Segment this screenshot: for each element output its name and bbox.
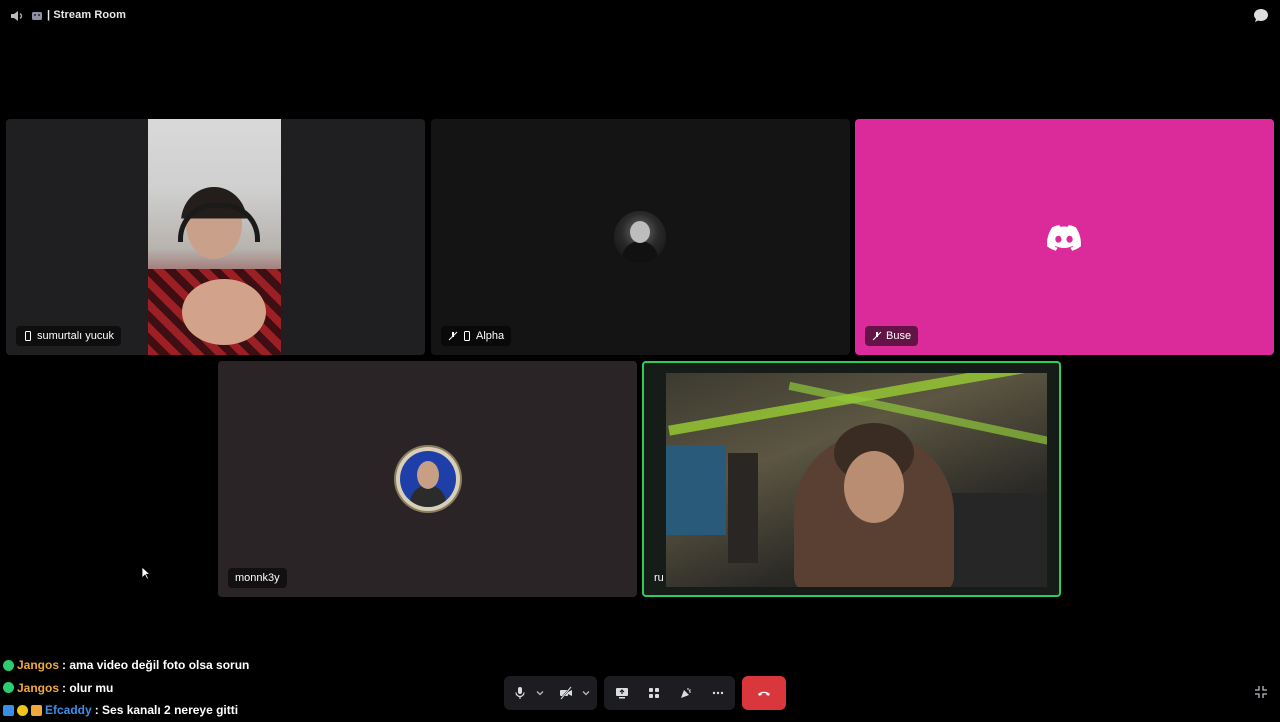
hangup-icon xyxy=(758,691,770,696)
microphone-icon xyxy=(515,687,525,699)
chat-author: Jangos xyxy=(17,658,60,673)
chat-author: Jangos xyxy=(17,680,60,695)
participant-tile-buse[interactable]: Buse xyxy=(855,119,1274,355)
participant-name: ru xyxy=(654,572,664,584)
screen-share-button[interactable] xyxy=(606,676,638,710)
discord-logo-icon xyxy=(1047,225,1081,251)
avatar xyxy=(400,451,456,507)
badge-icon xyxy=(3,659,14,671)
more-icon xyxy=(712,691,724,695)
muted-mic-icon xyxy=(448,331,458,341)
audio-video-controls xyxy=(504,676,597,710)
chevron-down-icon xyxy=(582,691,590,696)
soundboard-button[interactable] xyxy=(670,676,702,710)
participant-tile-sumurtali-yucuk[interactable]: sumurtalı yucuk xyxy=(6,119,425,355)
participant-nametag: Buse xyxy=(865,326,919,346)
channel-emoji-icon xyxy=(32,12,42,20)
camera-off-icon xyxy=(560,686,572,700)
chat-message: Efcaddy : Ses kanalı 2 nereye gitti xyxy=(3,699,249,722)
camera-options-button[interactable] xyxy=(576,676,596,710)
disconnect-button[interactable] xyxy=(742,676,786,710)
avatar xyxy=(614,211,666,263)
participant-tile-ru[interactable]: ru xyxy=(642,361,1061,597)
more-button[interactable] xyxy=(702,676,734,710)
badge-icon xyxy=(3,682,14,694)
activities-icon xyxy=(649,688,659,698)
mobile-icon xyxy=(25,331,31,341)
participant-name: sumurtalı yucuk xyxy=(37,330,115,342)
chat-text: : olur mu xyxy=(62,680,114,695)
soundboard-icon xyxy=(681,688,691,698)
screen-share-icon xyxy=(616,688,628,699)
participant-nametag: sumurtalı yucuk xyxy=(16,326,122,346)
participant-name: Alpha xyxy=(476,330,505,342)
participant-nametag: ru xyxy=(648,568,670,588)
exit-fullscreen-icon[interactable] xyxy=(1254,685,1268,699)
chevron-down-icon xyxy=(536,691,544,696)
badge-icon xyxy=(17,704,28,716)
activities-button[interactable] xyxy=(638,676,670,710)
participant-tile-monnk3y[interactable]: monnk3y xyxy=(218,361,637,597)
badge-icon xyxy=(3,704,14,716)
activity-controls xyxy=(604,676,735,710)
participant-tile-alpha[interactable]: Alpha xyxy=(431,119,850,355)
participant-name: Buse xyxy=(886,330,912,342)
participant-name: monnk3y xyxy=(235,572,280,584)
top-bar: | Stream Room xyxy=(0,0,1280,32)
chat-overlay: Jangos : ama video değil foto olsa sorun… xyxy=(3,654,249,722)
participant-nametag: monnk3y xyxy=(228,568,287,588)
muted-mic-icon xyxy=(872,331,882,341)
channel-title: | Stream Room xyxy=(47,9,126,21)
chat-author: Efcaddy xyxy=(45,703,92,718)
badge-icon xyxy=(31,704,42,716)
participant-video xyxy=(148,119,281,355)
mobile-icon xyxy=(464,331,470,341)
chat-text: : ama video değil foto olsa sorun xyxy=(62,658,250,673)
chat-message: Jangos : olur mu xyxy=(3,677,249,700)
chat-text: : Ses kanalı 2 nereye gitti xyxy=(94,703,239,718)
participant-nametag: Alpha xyxy=(441,326,512,346)
chat-bubble-icon[interactable] xyxy=(1252,7,1270,25)
mouse-cursor-icon xyxy=(141,566,151,580)
chat-message: Jangos : ama video değil foto olsa sorun xyxy=(3,654,249,677)
participant-video xyxy=(666,373,1047,587)
mic-options-button[interactable] xyxy=(530,676,550,710)
voice-channel-icon xyxy=(11,11,23,21)
